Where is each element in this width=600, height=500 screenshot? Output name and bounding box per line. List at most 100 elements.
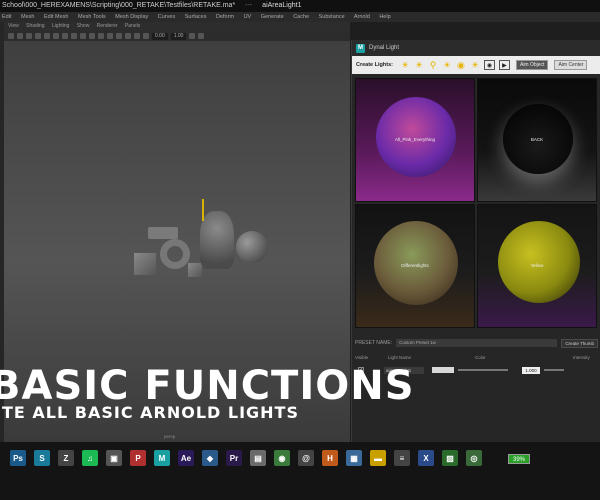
grid-icon[interactable] [35,33,41,39]
xray-icon[interactable] [107,33,113,39]
app-lines-icon[interactable]: ≡ [394,450,410,466]
dof-icon[interactable] [143,33,149,39]
menu-substance[interactable]: Substance [319,14,345,20]
preset-tile[interactable]: Yellow [477,204,597,328]
directional-light-icon[interactable]: ☀ [442,60,452,70]
resolution-gate-icon[interactable] [53,33,59,39]
notes-icon[interactable]: ▬ [370,450,386,466]
menu-curves[interactable]: Curves [158,14,175,20]
skydome-light-icon[interactable]: ◉ [456,60,466,70]
chrome2-icon[interactable]: ◎ [466,450,482,466]
photoshop-icon[interactable]: Ps [10,450,26,466]
after-effects-icon[interactable]: Ae [178,450,194,466]
menu-mesh-display[interactable]: Mesh Display [115,14,148,20]
xcode-icon[interactable]: X [418,450,434,466]
point-light-icon[interactable]: ☀ [414,60,424,70]
area-light-icon[interactable]: ☀ [400,60,410,70]
panel-title-bar: M Dynal Light [352,40,600,56]
view-toggle-icon[interactable]: ◉ [483,60,495,70]
premiere-icon[interactable]: Pr [226,450,242,466]
folder-icon[interactable]: ▤ [250,450,266,466]
battery-indicator: 39% [508,454,530,464]
aim-object-button[interactable]: Aim Object [515,60,549,70]
chrome-icon[interactable]: ◉ [274,450,290,466]
preset-name: BACK [530,137,544,142]
intensity-slider[interactable] [544,369,564,371]
menu-generate[interactable]: Generate [261,14,284,20]
header-light-name: Light Name [388,355,412,360]
vp-menu-view[interactable]: View [8,23,19,29]
ao-icon[interactable] [125,33,131,39]
zbrush-icon[interactable]: Z [58,450,74,466]
preset-tile[interactable]: All_Pink_Everything [355,78,475,202]
torus-object[interactable] [160,239,190,269]
gamma-field[interactable]: 1.00 [170,32,187,40]
menu-surfaces[interactable]: Surfaces [185,14,207,20]
preset-name-input[interactable]: Custom Preset 1w [396,339,558,347]
create-thumbnail-button[interactable]: Create Thumb [561,338,598,348]
shadows-icon[interactable] [98,33,104,39]
film-gate-icon[interactable] [44,33,50,39]
lock-icon[interactable] [17,33,23,39]
menu-mesh[interactable]: Mesh [21,14,34,20]
smooth-shade-icon[interactable] [71,33,77,39]
sphere-object[interactable] [236,231,268,263]
maya-icon[interactable]: M [154,450,170,466]
menu-edit[interactable]: Edit [2,14,11,20]
maya-logo-icon: M [356,43,365,53]
spotify-icon[interactable]: ♫ [82,450,98,466]
preset-name: Differentlights [401,263,429,268]
small-cube-object[interactable] [188,263,202,277]
app-diamond-icon[interactable]: ◆ [202,450,218,466]
menu-uv[interactable]: UV [244,14,252,20]
menu-arnold[interactable]: Arnold [354,14,370,20]
app-s-icon[interactable]: S [34,450,50,466]
viewport-toolbar: 0.00 1.00 [4,31,350,41]
exposure-field[interactable]: 0.00 [152,32,168,40]
vp-menu-renderer[interactable]: Renderer [97,23,118,29]
main-menu-bar: Edit Mesh Edit Mesh Mesh Tools Mesh Disp… [0,12,600,22]
textured-icon[interactable] [80,33,86,39]
photometric-light-icon[interactable]: ☀ [470,60,480,70]
panel-title: Dynal Light [369,45,400,51]
text-object[interactable] [148,227,178,239]
bookmark-icon[interactable] [26,33,32,39]
aa-icon[interactable] [134,33,140,39]
lights-icon[interactable] [89,33,95,39]
app-map-icon[interactable]: ▦ [346,450,362,466]
vp-menu-shading[interactable]: Shading [26,23,44,29]
intensity-field[interactable]: 1.000 [522,366,540,374]
vp-menu-panels[interactable]: Panels [125,23,140,29]
image-viewer-icon[interactable]: ▧ [442,450,458,466]
spot-light-icon[interactable]: ⚲ [428,60,438,70]
menu-cache[interactable]: Cache [293,14,309,20]
preset-tile[interactable]: BACK [477,78,597,202]
preset-tile[interactable]: Differentlights [355,204,475,328]
color-slider[interactable] [458,369,508,371]
isolate-icon[interactable] [116,33,122,39]
file-path: School\000_HEREXAMENS\Scripting\000_RETA… [2,2,236,9]
app-box-icon[interactable]: ▣ [106,450,122,466]
popcorn-icon[interactable]: P [130,450,146,466]
menu-mesh-tools[interactable]: Mesh Tools [78,14,106,20]
color-swatch[interactable] [432,367,454,373]
vp-menu-lighting[interactable]: Lighting [52,23,70,29]
menu-help[interactable]: Help [379,14,390,20]
vp-menu-show[interactable]: Show [77,23,90,29]
wireframe-icon[interactable] [62,33,68,39]
panel-layout-icon[interactable] [198,33,205,39]
overlay-subtitle: TE ALL BASIC ARNOLD LIGHTS [2,403,299,422]
camera-icon[interactable] [8,33,14,39]
selected-object-name: aiAreaLight1 [262,2,302,9]
menu-deform[interactable]: Deform [216,14,234,20]
cube-object[interactable] [134,253,156,275]
color-management-icon[interactable] [189,33,196,39]
window-title-bar: School\000_HEREXAMENS\Scripting\000_RETA… [0,0,600,12]
houdini-icon[interactable]: H [322,450,338,466]
play-icon[interactable]: ▶ [498,60,510,70]
app-swirl-icon[interactable]: @ [298,450,314,466]
bust-object[interactable] [200,211,234,269]
menu-edit-mesh[interactable]: Edit Mesh [44,14,68,20]
aim-center-button[interactable]: Aim Center [554,60,588,70]
area-light-gizmo[interactable] [202,199,204,221]
